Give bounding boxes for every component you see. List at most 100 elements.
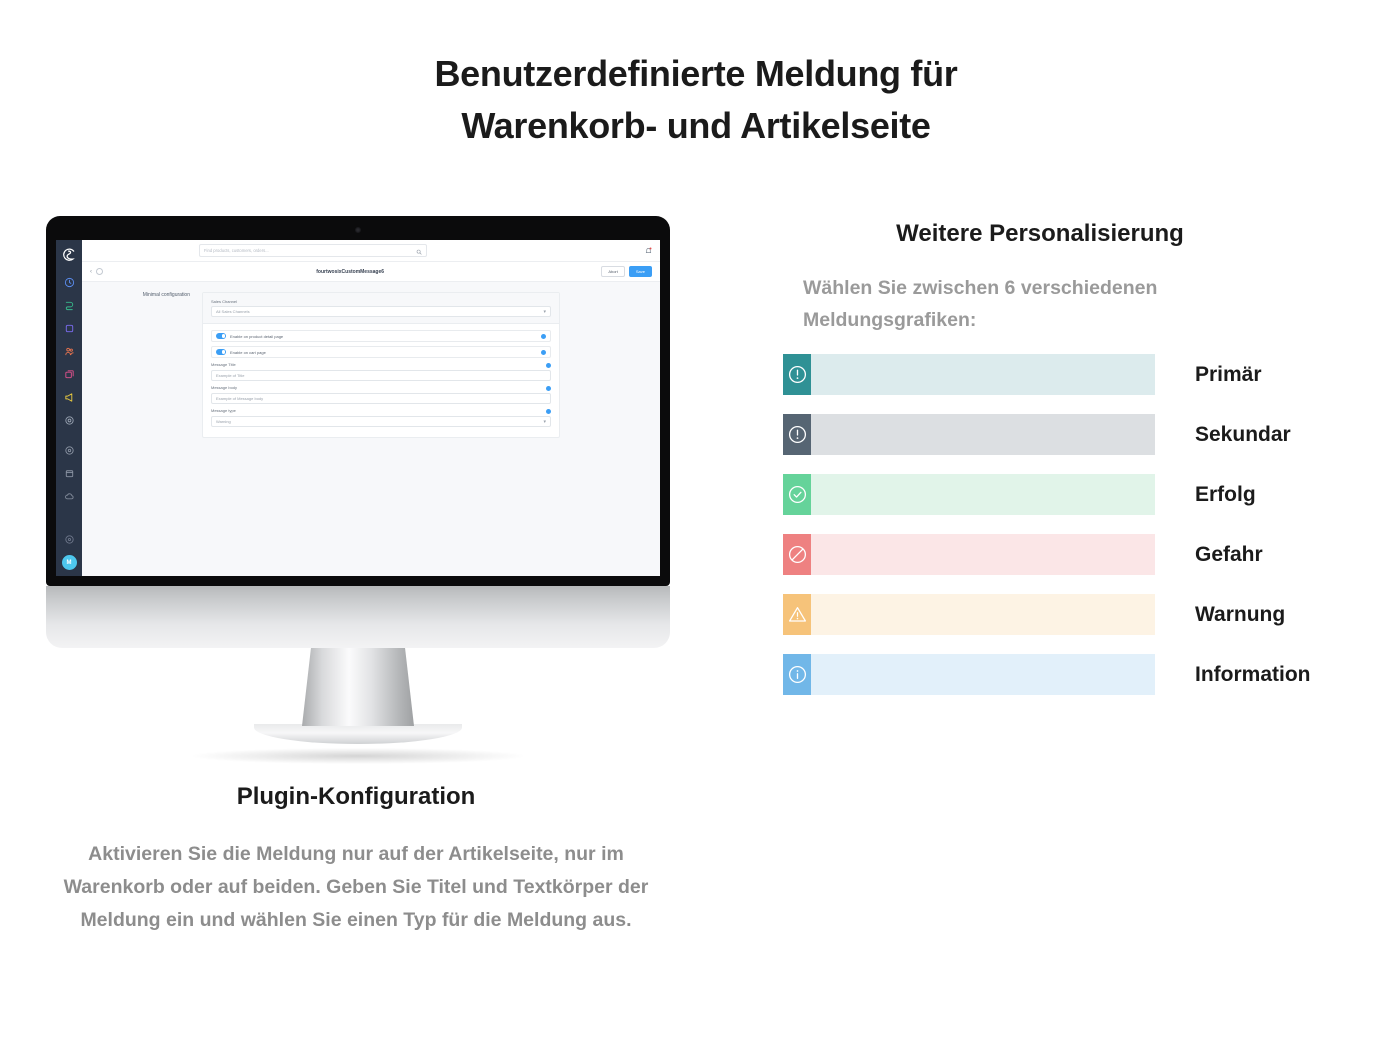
- sidebar-item-orders[interactable]: [63, 322, 76, 335]
- search-icon: [416, 242, 422, 260]
- alert-body: [811, 654, 1155, 695]
- alert-variant-label: Primär: [1195, 362, 1262, 386]
- toggle-row-product-detail[interactable]: Enable on product detail page: [211, 330, 551, 342]
- message-title-input[interactable]: Example of Title: [211, 370, 551, 381]
- sidebar-item-storefront[interactable]: [63, 467, 76, 480]
- section-label: Minimal configuration: [142, 292, 190, 298]
- ban-circle-icon: [783, 534, 811, 575]
- sidebar-item-help[interactable]: [63, 533, 76, 546]
- field-message-title: Message Title Example of Title: [211, 362, 551, 381]
- avatar-initials: M: [66, 559, 72, 566]
- sales-channel-value: All Sales Channels: [216, 309, 250, 314]
- alert-banner: [783, 414, 1155, 455]
- notifications-icon[interactable]: [645, 247, 652, 254]
- field-message-type: Message type Warning ▾: [211, 408, 551, 427]
- sidebar-item-cloud[interactable]: [63, 490, 76, 503]
- page-title-line-2: Warenkorb- und Artikelseite: [461, 105, 931, 147]
- alert-body: [811, 354, 1155, 395]
- help-icon[interactable]: [541, 333, 546, 339]
- avatar[interactable]: M: [61, 555, 77, 570]
- toggle-label-product-detail: Enable on product detail page: [230, 333, 284, 339]
- field-head: Message Title: [211, 362, 551, 369]
- alert-variant-label: Warnung: [1195, 602, 1286, 626]
- monitor-bezel: M Find products, customers, orders... ‹ …: [46, 216, 670, 586]
- alert-variant-label: Gefahr: [1195, 542, 1263, 566]
- alert-banner: [783, 354, 1155, 395]
- chevron-down-icon: ▾: [543, 418, 546, 425]
- exclamation-circle-icon: [783, 414, 811, 455]
- alert-body: [811, 474, 1155, 515]
- monitor-screen: M Find products, customers, orders... ‹ …: [56, 240, 660, 576]
- search-placeholder: Find products, customers, orders...: [204, 248, 269, 253]
- sales-channel-select[interactable]: All Sales Channels ▾: [211, 306, 551, 317]
- config-card-column: Sales Channel All Sales Channels ▾ Enabl…: [202, 292, 660, 576]
- field-message-body: Message body Example of Message body: [211, 385, 551, 404]
- admin-content: Minimal configuration Sales Channel All …: [82, 282, 660, 576]
- message-type-label: Message type: [211, 408, 236, 413]
- help-icon[interactable]: [546, 363, 551, 368]
- alert-variants-list: Primär Sekundar Erfolg Gefahr Warnung Informa…: [783, 354, 1383, 714]
- message-type-value: Warning: [216, 419, 231, 424]
- admin-sidebar: M: [56, 240, 82, 576]
- toggle-label-cart-page: Enable on cart page: [230, 349, 266, 355]
- alert-variant-label: Sekundar: [1195, 422, 1291, 446]
- admin-main: Find products, customers, orders... ‹ fo…: [82, 240, 660, 576]
- alert-variant-label: Information: [1195, 662, 1311, 686]
- help-icon[interactable]: [546, 386, 551, 391]
- page-title-line-1: Benutzerdefinierte Meldung für: [434, 53, 958, 94]
- toggle-switch-cart-page[interactable]: [216, 349, 226, 355]
- sidebar-item-catalogue[interactable]: [63, 299, 76, 312]
- sidebar-item-settings[interactable]: [63, 444, 76, 457]
- alert-body: [811, 414, 1155, 455]
- page-title: Benutzerdefinierte Meldung für Warenkorb…: [0, 48, 1392, 152]
- toggle-switch-product-detail[interactable]: [216, 333, 226, 339]
- sidebar-item-dashboard[interactable]: [63, 276, 76, 289]
- alert-variant-row: Sekundar: [783, 414, 1383, 455]
- check-circle-icon: [783, 474, 811, 515]
- right-panel-subtitle: Wählen Sie zwischen 6 verschiedenen Meld…: [803, 277, 1158, 332]
- message-title-value: Example of Title: [216, 373, 245, 378]
- caption-body: Aktivieren Sie die Meldung nur auf der A…: [63, 843, 649, 931]
- alert-banner: [783, 474, 1155, 515]
- monitor-mockup: M Find products, customers, orders... ‹ …: [46, 216, 670, 764]
- monitor-shadow: [193, 748, 523, 764]
- alert-banner: [783, 594, 1155, 635]
- sales-channel-section: Sales Channel All Sales Channels ▾: [203, 293, 559, 324]
- monitor-stand-foot: [254, 724, 462, 744]
- alert-banner: [783, 534, 1155, 575]
- sidebar-item-extensions[interactable]: [63, 414, 76, 427]
- monitor-stand-neck: [302, 648, 414, 726]
- abort-button[interactable]: Abort: [601, 266, 625, 277]
- back-chevron-icon[interactable]: ‹: [90, 269, 92, 275]
- message-type-select[interactable]: Warning ▾: [211, 416, 551, 427]
- warning-triangle-icon: [783, 594, 811, 635]
- info-circle-icon: [783, 654, 811, 695]
- alert-variant-row: Erfolg: [783, 474, 1383, 515]
- alert-variant-row: Primär: [783, 354, 1383, 395]
- settings-section: Enable on product detail page Enable on …: [203, 324, 559, 437]
- sidebar-item-marketing[interactable]: [63, 391, 76, 404]
- save-button[interactable]: Save: [628, 266, 652, 277]
- monitor-chin: [46, 586, 670, 648]
- exclamation-circle-icon: [783, 354, 811, 395]
- shopware-logo-icon[interactable]: [61, 247, 77, 263]
- search-input[interactable]: Find products, customers, orders...: [199, 244, 427, 257]
- toggle-row-cart-page[interactable]: Enable on cart page: [211, 346, 551, 358]
- alert-banner: [783, 654, 1155, 695]
- field-head: Message type: [211, 408, 551, 415]
- sidebar-item-content[interactable]: [63, 368, 76, 381]
- alert-variant-row: Warnung: [783, 594, 1383, 635]
- help-icon[interactable]: [546, 409, 551, 414]
- help-icon[interactable]: [541, 349, 546, 355]
- message-title-label: Message Title: [211, 362, 236, 367]
- status-dot-icon: [96, 268, 103, 275]
- alert-variant-row: Gefahr: [783, 534, 1383, 575]
- admin-smartbar: ‹ fourtwosixCustomMessage6 Abort Save: [82, 262, 660, 282]
- sales-channel-label: Sales Channel: [211, 299, 238, 304]
- alert-variant-row: Information: [783, 654, 1383, 695]
- message-body-input[interactable]: Example of Message body: [211, 393, 551, 404]
- config-card: Sales Channel All Sales Channels ▾ Enabl…: [202, 292, 560, 438]
- sidebar-item-customers[interactable]: [63, 345, 76, 358]
- right-panel-title: Weitere Personalisierung: [896, 220, 1184, 247]
- alert-variant-label: Erfolg: [1195, 482, 1256, 506]
